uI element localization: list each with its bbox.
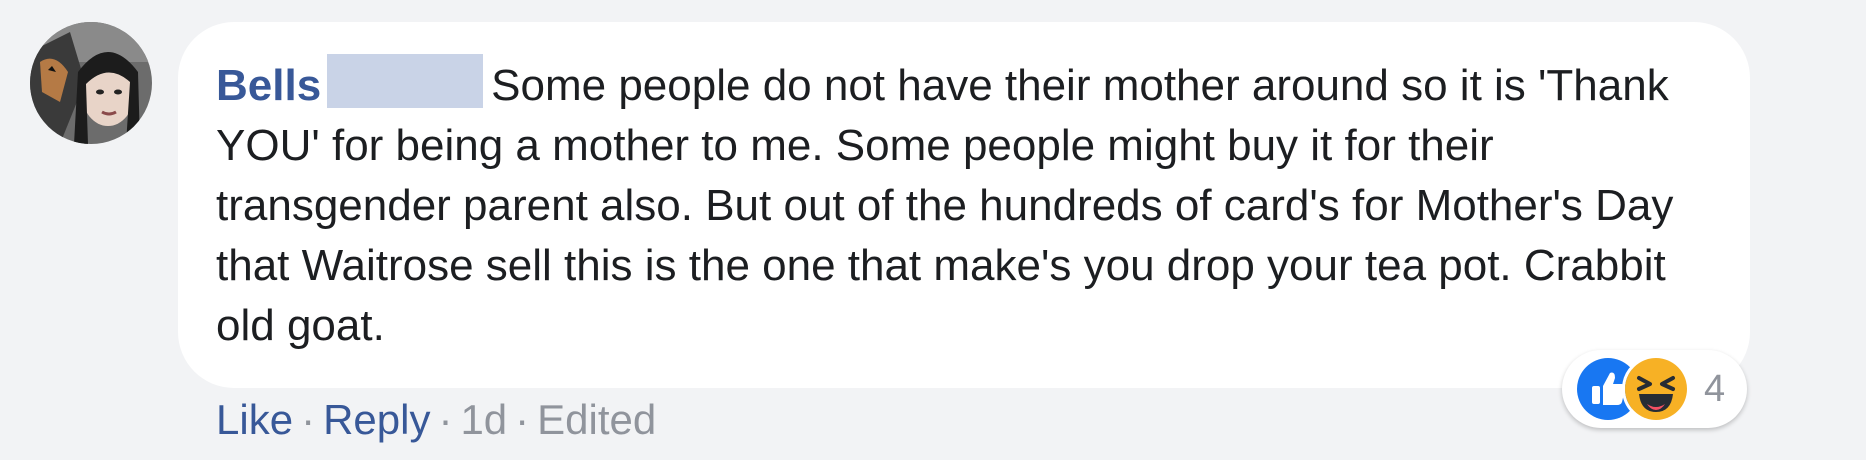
reply-link[interactable]: Reply (323, 396, 430, 443)
comment-actions: Like · Reply · 1d · Edited (216, 396, 656, 444)
avatar[interactable] (30, 22, 152, 144)
separator: · (301, 396, 316, 443)
comment-body: Bells Some people do not have their mothe… (216, 54, 1736, 356)
comment: Bells Some people do not have their mothe… (0, 0, 1866, 460)
comment-bubble: Bells Some people do not have their mothe… (178, 22, 1750, 388)
author-name[interactable]: Bells (216, 61, 321, 110)
separator: · (515, 396, 530, 443)
edited-label[interactable]: Edited (537, 396, 656, 443)
timestamp[interactable]: 1d (460, 396, 507, 443)
avatar-image (30, 22, 152, 144)
like-link[interactable]: Like (216, 396, 293, 443)
reactions-summary[interactable]: 4 (1562, 350, 1748, 428)
redacted-surname (327, 54, 484, 108)
haha-icon (1622, 355, 1690, 423)
separator: · (438, 396, 453, 443)
reaction-count: 4 (1704, 367, 1726, 410)
